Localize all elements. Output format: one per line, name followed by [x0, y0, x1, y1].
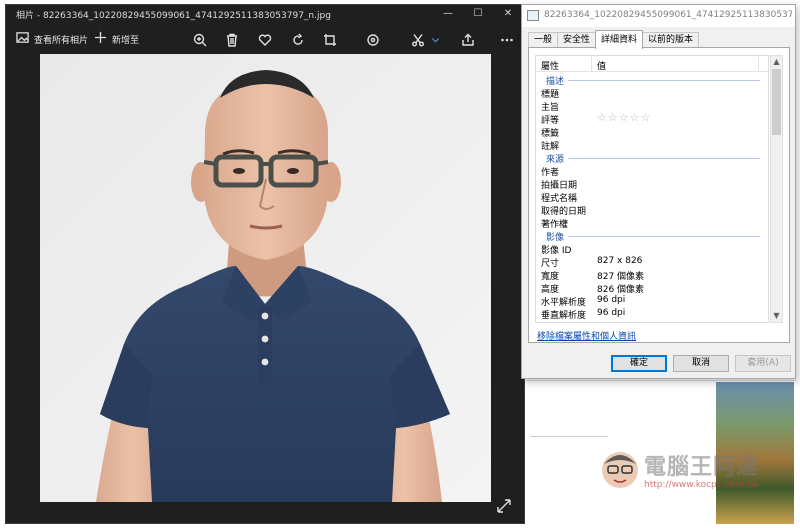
list-item[interactable]: 垂直解析度 96 dpi	[536, 307, 768, 321]
property-value: 827 x 826	[597, 256, 643, 266]
group-label: 描述	[546, 74, 569, 87]
enhance-icon	[367, 34, 379, 46]
group-label: 來源	[546, 152, 569, 165]
tab-security[interactable]: 安全性	[557, 32, 597, 48]
column-divider[interactable]	[591, 56, 592, 72]
column-divider-end[interactable]	[758, 56, 759, 72]
rotate-button[interactable]	[289, 31, 307, 49]
background-divider	[526, 380, 796, 381]
scrollbar-thumb[interactable]	[772, 69, 781, 135]
watermark-url: http://www.kocpc.com.tw	[644, 480, 758, 490]
list-item[interactable]: 取得的日期	[536, 203, 768, 217]
share-button[interactable]	[459, 31, 477, 49]
group-label: 影像	[546, 230, 569, 243]
share-icon	[462, 33, 474, 46]
edit-tools-dropdown[interactable]	[426, 31, 444, 49]
rating-stars[interactable]: ☆☆☆☆☆	[597, 111, 651, 124]
site-watermark: 電腦王阿達 http://www.kocpc.com.tw	[598, 444, 788, 496]
watermark-title: 電腦王阿達	[644, 455, 760, 480]
edit-tools-button[interactable]	[409, 31, 427, 49]
list-item[interactable]: 影像 ID	[536, 242, 768, 256]
list-item[interactable]: 評等 ☆☆☆☆☆	[536, 111, 768, 126]
details-scrollbar[interactable]: ▲ ▼	[770, 55, 783, 323]
scroll-up-icon[interactable]: ▲	[771, 56, 782, 68]
delete-button[interactable]	[223, 31, 241, 49]
ok-button[interactable]: 確定	[611, 355, 667, 372]
enhance-button[interactable]	[364, 31, 382, 49]
crop-icon	[324, 34, 336, 46]
plus-icon	[94, 31, 107, 47]
properties-dialog: 82263364_10220829455099061_4741292511383…	[521, 4, 796, 379]
list-header: 屬性 值	[536, 56, 768, 72]
zoom-in-button[interactable]	[191, 31, 209, 49]
photos-window-title: 相片 - 82263364_10220829455099061_47412925…	[16, 11, 331, 21]
group-description: 描述	[536, 73, 768, 87]
list-item[interactable]: 寬度 827 個像素	[536, 268, 768, 282]
property-value: 96 dpi	[597, 295, 626, 305]
chevron-down-icon	[431, 37, 439, 42]
details-rows: 描述 標題 主旨 評等 ☆☆☆☆☆ 標籤 註解 來源 作者 拍攝日期 程式名稱 取…	[536, 73, 768, 321]
crop-button[interactable]	[321, 31, 339, 49]
more-options-button[interactable]	[498, 31, 516, 49]
expand-icon	[497, 499, 511, 513]
heart-icon	[258, 34, 272, 46]
scissors-icon	[412, 34, 424, 47]
file-icon	[527, 10, 539, 21]
photos-window: 相片 - 82263364_10220829455099061_47412925…	[5, 4, 525, 524]
photos-toolbar: 查看所有相片 新增至	[6, 27, 524, 53]
background-rule	[530, 436, 608, 437]
tab-general[interactable]: 一般	[528, 32, 559, 48]
list-item[interactable]: 程式名稱	[536, 190, 768, 204]
column-property[interactable]: 屬性	[541, 59, 559, 72]
details-panel: 屬性 值 描述 標題 主旨 評等 ☆☆☆☆☆ 標籤 註解 來源 作者 拍攝日期 …	[528, 47, 790, 343]
mascot-icon	[602, 452, 638, 488]
maximize-button[interactable]: ☐	[463, 5, 493, 23]
group-divider	[546, 158, 760, 159]
photos-title-bar: 相片 - 82263364_10220829455099061_47412925…	[6, 5, 524, 23]
property-value: 96 dpi	[597, 308, 626, 318]
see-all-photos-button[interactable]: 查看所有相片	[16, 31, 88, 47]
photo-viewer[interactable]	[40, 54, 491, 502]
properties-title: 82263364_10220829455099061_4741292511383…	[544, 10, 792, 20]
add-to-label: 新增至	[112, 35, 140, 46]
zoom-in-icon	[193, 33, 207, 47]
list-item[interactable]: 標籤	[536, 125, 768, 139]
list-item[interactable]: 尺寸 827 x 826	[536, 255, 768, 269]
list-item[interactable]: 作者	[536, 164, 768, 178]
close-button[interactable]: ✕	[493, 5, 523, 23]
property-name: 垂直解析度	[541, 311, 587, 321]
list-item[interactable]: 著作權	[536, 216, 768, 230]
list-item[interactable]: 註解	[536, 138, 768, 152]
remove-properties-link[interactable]: 移除檔案屬性和個人資訊	[537, 329, 636, 342]
details-list[interactable]: 屬性 值 描述 標題 主旨 評等 ☆☆☆☆☆ 標籤 註解 來源 作者 拍攝日期 …	[535, 55, 769, 323]
rotate-icon	[293, 33, 303, 45]
trash-icon	[227, 33, 237, 47]
minimize-button[interactable]: —	[433, 5, 463, 23]
portrait-photo	[40, 54, 491, 502]
list-item[interactable]: 主旨	[536, 99, 768, 113]
group-image: 影像	[536, 229, 768, 243]
tab-details[interactable]: 詳細資料	[595, 30, 644, 49]
list-item[interactable]: 水平解析度 96 dpi	[536, 294, 768, 308]
cancel-button[interactable]: 取消	[673, 355, 729, 372]
list-item[interactable]: 高度 826 個像素	[536, 281, 768, 295]
ellipsis-icon	[501, 38, 513, 42]
tab-previous-versions[interactable]: 以前的版本	[642, 32, 700, 48]
group-divider	[546, 80, 760, 81]
properties-tabs: 一般 安全性 詳細資料 以前的版本	[528, 30, 700, 49]
list-item[interactable]: 標題	[536, 86, 768, 100]
apply-button[interactable]: 套用(A)	[735, 355, 791, 372]
list-item[interactable]: 拍攝日期	[536, 177, 768, 191]
favorite-button[interactable]	[256, 31, 274, 49]
add-to-button[interactable]: 新增至	[94, 31, 139, 47]
scroll-down-icon[interactable]: ▼	[771, 310, 782, 322]
image-icon	[16, 31, 29, 47]
column-value[interactable]: 值	[597, 59, 606, 72]
group-divider	[546, 236, 760, 237]
see-all-photos-label: 查看所有相片	[34, 35, 89, 46]
properties-title-bar: 82263364_10220829455099061_4741292511383…	[522, 5, 795, 27]
group-origin: 來源	[536, 151, 768, 165]
fullscreen-button[interactable]	[496, 498, 514, 516]
